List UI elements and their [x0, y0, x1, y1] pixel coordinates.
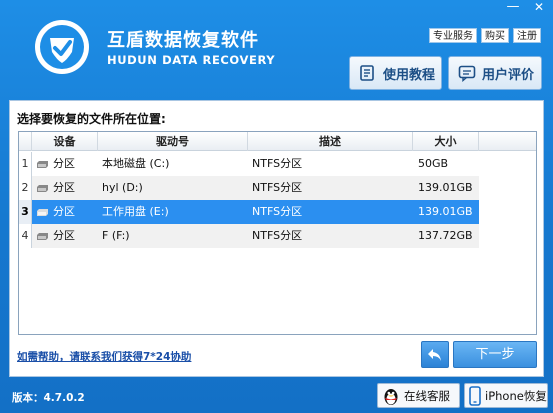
app-window: — ✕ 互盾数据恢复软件 HUDUN DATA RECOVERY 专业服务 购买…: [0, 0, 553, 413]
drive-table: 设备 驱动号 描述 大小 1 分区 本地磁盘 (C:) NTFS分区 50GB …: [18, 131, 537, 335]
iphone-recovery-label: iPhone恢复: [485, 388, 547, 403]
drive-cell: hyl (D:): [102, 181, 143, 194]
disk-icon: [37, 209, 48, 216]
description-cell: NTFS分区: [252, 181, 303, 194]
description-cell: NTFS分区: [252, 157, 303, 170]
app-title: 互盾数据恢复软件: [107, 30, 259, 51]
device-cell: 分区: [53, 181, 75, 194]
shield-check-logo: [34, 19, 90, 75]
col-header-size[interactable]: 大小: [413, 132, 479, 151]
device-cell: 分区: [53, 229, 75, 242]
online-support-label: 在线客服: [404, 388, 450, 403]
col-header-drive[interactable]: 驱动号: [98, 132, 248, 151]
size-cell: 137.72GB: [418, 229, 473, 242]
size-cell: 50GB: [418, 157, 449, 170]
qq-penguin-icon: [382, 386, 400, 406]
help-link[interactable]: 如需帮助，请联系我们获得7*24协助: [17, 349, 191, 364]
drive-cell: 工作用盘 (E:): [102, 205, 169, 218]
version-label: 版本：4.7.0.2: [12, 392, 85, 404]
device-cell: 分区: [53, 205, 75, 218]
tutorial-button[interactable]: 使用教程: [349, 56, 442, 90]
row-number: 2: [19, 176, 32, 200]
table-row[interactable]: 4 分区 F (F:) NTFS分区 137.72GB: [19, 224, 479, 248]
table-row[interactable]: 2 分区 hyl (D:) NTFS分区 139.01GB: [19, 176, 479, 200]
size-cell: 139.01GB: [418, 205, 473, 218]
disk-icon: [37, 161, 48, 168]
iphone-icon: [469, 385, 481, 406]
disk-icon: [37, 233, 48, 240]
pro-service-link[interactable]: 专业服务: [429, 28, 477, 43]
description-cell: NTFS分区: [252, 205, 303, 218]
col-header-device[interactable]: 设备: [32, 132, 98, 151]
device-cell: 分区: [53, 157, 75, 170]
drive-cell: 本地磁盘 (C:): [102, 157, 170, 170]
user-reviews-label: 用户评价: [482, 67, 535, 83]
size-cell: 139.01GB: [418, 181, 473, 194]
book-icon: [360, 65, 374, 81]
table-row[interactable]: 1 分区 本地磁盘 (C:) NTFS分区 50GB: [19, 152, 479, 176]
col-header-extra: [479, 132, 536, 151]
row-number: 1: [19, 152, 32, 176]
disk-icon: [37, 185, 48, 192]
online-support-button[interactable]: 在线客服: [377, 383, 460, 408]
back-button[interactable]: [421, 341, 449, 368]
register-link[interactable]: 注册: [513, 28, 541, 43]
app-subtitle: HUDUN DATA RECOVERY: [107, 53, 276, 67]
back-arrow-icon: [428, 348, 441, 361]
description-cell: NTFS分区: [252, 229, 303, 242]
buy-link[interactable]: 购买: [481, 28, 509, 43]
panel-title: 选择要恢复的文件所在位置:: [17, 112, 166, 126]
chat-icon: [458, 65, 476, 82]
table-header: 设备 驱动号 描述 大小: [19, 132, 536, 151]
row-number: 3: [19, 200, 32, 224]
tutorial-label: 使用教程: [383, 67, 436, 83]
col-header-description[interactable]: 描述: [248, 132, 413, 151]
location-panel: 选择要恢复的文件所在位置: 设备 驱动号 描述 大小 1 分区 本地磁盘 (C:…: [9, 100, 544, 377]
drive-cell: F (F:): [102, 229, 130, 242]
iphone-recovery-button[interactable]: iPhone恢复: [464, 383, 548, 408]
next-button[interactable]: 下一步: [453, 341, 537, 368]
col-header-index: [19, 132, 32, 151]
minimize-button[interactable]: —: [500, 0, 526, 16]
table-row-selected[interactable]: 3 分区 工作用盘 (E:) NTFS分区 139.01GB: [19, 200, 479, 224]
close-button[interactable]: ✕: [526, 0, 552, 16]
user-reviews-button[interactable]: 用户评价: [448, 56, 542, 90]
row-number: 4: [19, 224, 32, 248]
